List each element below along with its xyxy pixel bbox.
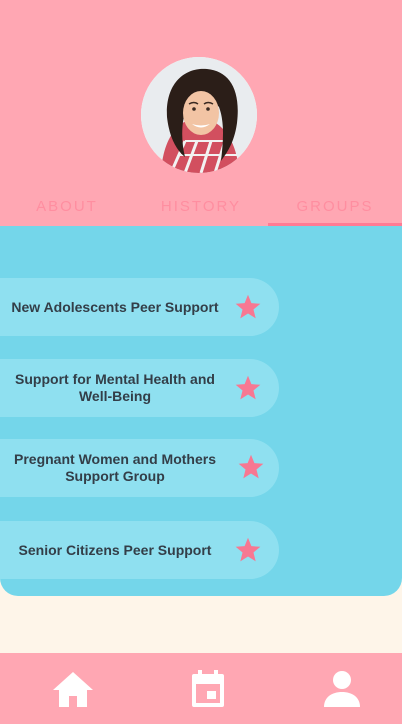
group-label: New Adolescents Peer Support <box>11 298 219 315</box>
group-card-mothers[interactable]: Pregnant Women and Mothers Support Group <box>0 439 279 497</box>
profile-photo <box>141 57 257 173</box>
star-icon[interactable] <box>234 536 262 564</box>
star-icon[interactable] <box>237 453 265 481</box>
star-icon[interactable] <box>234 374 262 402</box>
tab-bar: ABOUT HISTORY GROUPS <box>0 186 402 226</box>
tab-history[interactable]: HISTORY <box>134 186 268 226</box>
star-icon[interactable] <box>234 293 262 321</box>
group-card-adolescents[interactable]: New Adolescents Peer Support <box>0 278 279 336</box>
profile-header: ABOUT HISTORY GROUPS <box>0 0 402 228</box>
person-icon <box>324 671 360 707</box>
nav-home-button[interactable] <box>49 665 97 713</box>
groups-panel: New Adolescents Peer Support Support for… <box>0 226 402 596</box>
bottom-nav <box>0 653 402 724</box>
nav-profile-button[interactable] <box>318 665 366 713</box>
screen-edge <box>402 0 406 724</box>
group-label: Support for Mental Health and Well-Being <box>15 371 215 404</box>
home-icon <box>53 672 93 707</box>
tab-about[interactable]: ABOUT <box>0 186 134 226</box>
group-card-seniors[interactable]: Senior Citizens Peer Support <box>0 521 279 579</box>
group-card-mental-health[interactable]: Support for Mental Health and Well-Being <box>0 359 279 417</box>
avatar[interactable] <box>141 57 257 173</box>
calendar-icon <box>192 670 224 707</box>
tab-groups[interactable]: GROUPS <box>268 186 402 226</box>
group-label: Pregnant Women and Mothers Support Group <box>14 451 216 484</box>
nav-calendar-button[interactable] <box>184 665 232 713</box>
screen: ABOUT HISTORY GROUPS New Adolescents Pee… <box>0 0 402 724</box>
group-label: Senior Citizens Peer Support <box>18 541 212 558</box>
